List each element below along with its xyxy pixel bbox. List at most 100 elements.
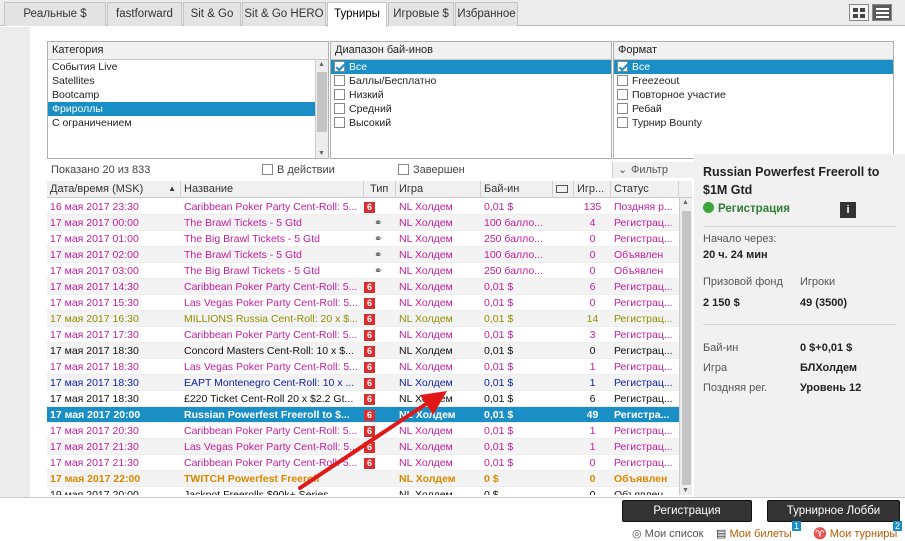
tab-real-money[interactable]: Реальные $ (4, 2, 106, 26)
type-cell: 6 (364, 391, 396, 407)
game-cell: NL Холдем (399, 297, 453, 309)
col-datetime[interactable]: Дата/время (MSK) ▲ (47, 181, 181, 198)
six-max-icon: 6 (364, 442, 375, 453)
col-game[interactable]: Игра (396, 181, 481, 198)
status-cell: Регистра... (614, 409, 670, 421)
players-cell: 0 (589, 249, 596, 261)
checkbox[interactable] (617, 103, 628, 114)
table-row[interactable]: 17 мая 2017 18:30 Concord Masters Cent-Ro… (47, 343, 679, 359)
shown-count: Показано 20 из 833 (51, 164, 151, 176)
checkbox[interactable] (617, 75, 628, 86)
game-cell: NL Холдем (399, 265, 453, 277)
checkbox[interactable] (617, 117, 628, 128)
my-list-link[interactable]: ◎ Мои список (632, 527, 703, 540)
buyin-option[interactable]: Средний (331, 102, 611, 116)
my-tournaments-link[interactable]: ♈ Мои турниры 2 (813, 521, 903, 540)
register-button[interactable]: Регистрация (622, 500, 752, 522)
category-option[interactable]: События Live (48, 60, 315, 74)
buyin-option[interactable]: Баллы/Бесплатно (331, 74, 611, 88)
table-row[interactable]: 17 мая 2017 03:00 The Big Brawl Tickets -… (47, 263, 679, 279)
tab-tournaments[interactable]: Турниры (327, 2, 387, 27)
scroll-down-icon[interactable]: ▼ (318, 150, 325, 157)
checkbox[interactable] (334, 75, 345, 86)
game-cell: NL Холдем (399, 217, 453, 229)
finished-checkbox[interactable]: Завершен (397, 162, 465, 178)
left-rail (0, 27, 30, 497)
format-option[interactable]: Турнир Bounty (614, 116, 893, 130)
info-icon[interactable]: i (840, 202, 856, 218)
status-cell: Регистрац... (614, 393, 673, 405)
in-action-checkbox[interactable]: В действии (261, 162, 335, 178)
tab-favorites[interactable]: Избранное (455, 2, 518, 26)
filter-toggle[interactable]: ⌄ Фильтр (612, 162, 694, 178)
tab-fastforward[interactable]: fastforward (107, 2, 182, 26)
table-row[interactable]: 17 мая 2017 14:30 Caribbean Poker Party C… (47, 279, 679, 295)
checkbox[interactable] (334, 89, 345, 100)
category-scrollbar[interactable]: ▲ ▼ (315, 60, 328, 158)
table-row[interactable]: 17 мая 2017 18:30 £220 Ticket Cent-Roll 2… (47, 391, 679, 407)
scroll-up-icon[interactable]: ▲ (318, 61, 325, 68)
category-option[interactable]: С ограничением (48, 116, 315, 130)
view-grid-button[interactable] (872, 4, 892, 21)
table-row[interactable]: 17 мая 2017 02:00 The Brawl Tickets - 5 G… (47, 247, 679, 263)
table-row[interactable]: 17 мая 2017 20:30 Caribbean Poker Party C… (47, 423, 679, 439)
format-option[interactable]: Повторное участие (614, 88, 893, 102)
format-option[interactable]: Ребай (614, 102, 893, 116)
table-row[interactable]: 17 мая 2017 15:30 Las Vegas Poker Party C… (47, 295, 679, 311)
scroll-up-icon[interactable]: ▲ (682, 199, 689, 206)
view-list-button[interactable] (849, 4, 869, 21)
table-row[interactable]: 17 мая 2017 18:30 EAPT Montenegro Cent-Ro… (47, 375, 679, 391)
checkbox[interactable] (334, 117, 345, 128)
col-players[interactable]: Игр... (574, 181, 611, 198)
format-option[interactable]: Freezeout (614, 74, 893, 88)
type-cell: ⚭ (364, 263, 396, 279)
scroll-down-icon[interactable]: ▼ (682, 487, 689, 494)
table-row[interactable]: 19 мая 2017 20:00 Jackpot Freerolls $90k+… (47, 487, 679, 495)
type-cell: 6 (364, 439, 396, 455)
table-row[interactable]: 17 мая 2017 18:30 Las Vegas Poker Party C… (47, 359, 679, 375)
name-cell: Caribbean Poker Party Cent-Roll: 5... (184, 201, 358, 213)
buyin-cell: 0,01 $ (484, 393, 514, 405)
category-option[interactable]: Bootcamp (48, 88, 315, 102)
table-row[interactable]: 17 мая 2017 17:30 Caribbean Poker Party C… (47, 327, 679, 343)
table-row[interactable]: 17 мая 2017 21:30 Caribbean Poker Party C… (47, 455, 679, 471)
format-option[interactable]: Все (614, 60, 893, 74)
status-cell: Регистрац... (614, 441, 673, 453)
players-cell: 1 (589, 377, 596, 389)
table-row[interactable]: 16 мая 2017 23:30 Caribbean Poker Party C… (47, 199, 679, 215)
buyin-option[interactable]: Высокий (331, 116, 611, 130)
col-status[interactable]: Статус (611, 181, 679, 198)
table-scroll-thumb[interactable] (682, 211, 691, 485)
checkbox[interactable] (334, 103, 345, 114)
checkbox[interactable] (617, 89, 628, 100)
tab-sit-and-go[interactable]: Sit & Go (183, 2, 241, 26)
table-row[interactable]: 17 мая 2017 20:00 Russian Powerfest Freer… (47, 407, 679, 423)
table-scrollbar[interactable]: ▲ ▼ (679, 198, 692, 495)
tab-play-money[interactable]: Игровые $ (388, 2, 454, 26)
category-scroll-thumb[interactable] (317, 72, 327, 132)
col-name[interactable]: Название (181, 181, 364, 198)
buyin-option[interactable]: Все (331, 60, 611, 74)
col-type[interactable]: Тип (364, 181, 396, 198)
ticket-icon (556, 185, 568, 193)
status-cell: Регистрац... (614, 217, 673, 229)
tournament-lobby-button[interactable]: Турнирное Лобби (767, 500, 900, 522)
category-option[interactable]: Satellites (48, 74, 315, 88)
game-value: БЛХолдем (800, 362, 858, 374)
checkbox[interactable] (617, 61, 628, 72)
table-row[interactable]: 17 мая 2017 16:30 MILLIONS Russia Cent-Ro… (47, 311, 679, 327)
table-row[interactable]: 17 мая 2017 21:30 Las Vegas Poker Party C… (47, 439, 679, 455)
col-buyin[interactable]: Бай-ин (481, 181, 553, 198)
category-option[interactable]: Фрироллы (48, 102, 315, 116)
checkbox[interactable] (334, 61, 345, 72)
players-cell: 49 (586, 409, 599, 421)
col-ticket[interactable] (553, 181, 574, 198)
tab-sit-and-go-hero[interactable]: Sit & Go HERO (242, 2, 326, 26)
buyin-option[interactable]: Низкий (331, 88, 611, 102)
ticket-cell (553, 231, 574, 247)
my-tickets-link[interactable]: ▤ Мои билеты 1 (716, 521, 802, 540)
six-max-icon: 6 (364, 378, 375, 389)
table-row[interactable]: 17 мая 2017 00:00 The Brawl Tickets - 5 G… (47, 215, 679, 231)
table-row[interactable]: 17 мая 2017 01:00 The Big Brawl Tickets -… (47, 231, 679, 247)
table-row[interactable]: 17 мая 2017 22:00 TWITCH Powerfest Freero… (47, 471, 679, 487)
